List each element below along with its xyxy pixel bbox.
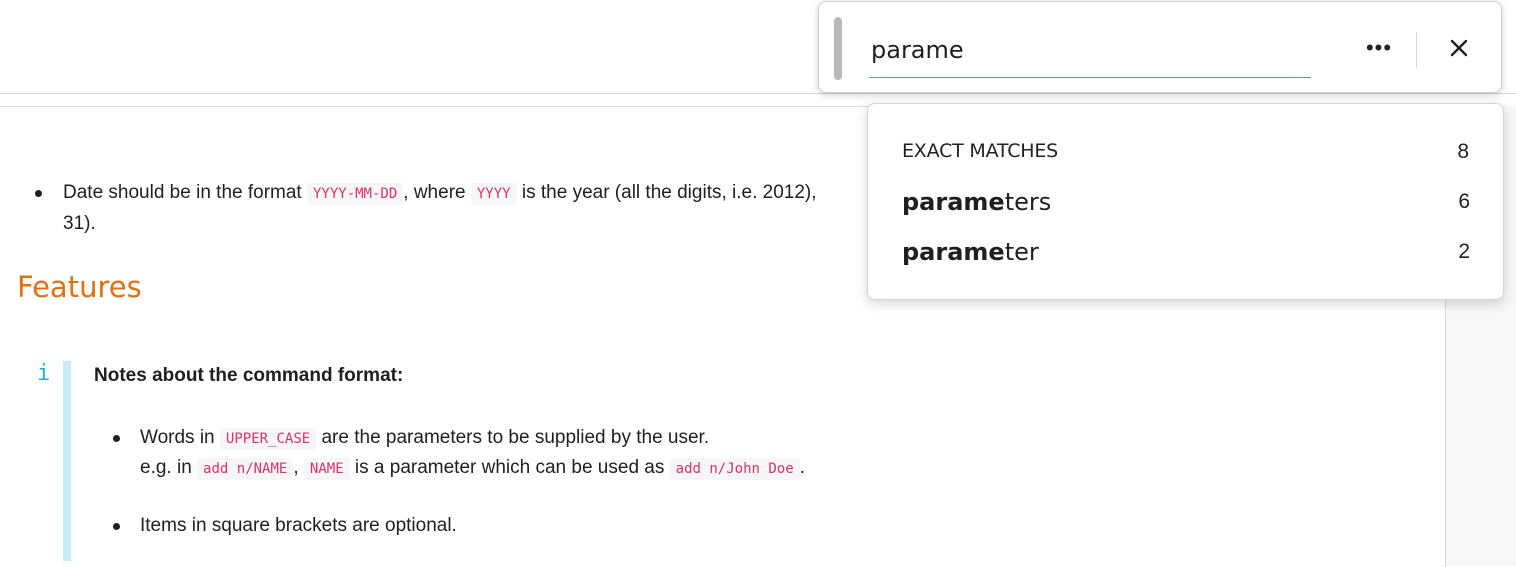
b1-text-5: is a parameter which can be used as <box>354 457 665 478</box>
example-line: e.g. in add n/NAME, NAME is a parameter … <box>140 453 805 484</box>
b1-text-4: , <box>293 457 299 478</box>
find-input[interactable] <box>869 22 1311 78</box>
code-add-john: add n/John Doe <box>669 458 800 480</box>
suggestion-term: parameters <box>902 188 1051 216</box>
match-suffix: ter <box>1004 238 1039 266</box>
close-button[interactable] <box>1439 28 1479 68</box>
bullet-dot <box>35 190 42 197</box>
suggestions-total-count: 8 <box>1457 140 1469 163</box>
code-upper-case: UPPER_CASE <box>219 428 317 450</box>
b1-text-6: . <box>799 457 805 478</box>
upper-case-line: Words in UPPER_CASE are the parameters t… <box>140 423 709 454</box>
code-name: NAME <box>303 458 350 480</box>
suggestion-term: parameter <box>902 238 1039 266</box>
date-text-2: , where <box>403 182 466 203</box>
divider <box>1416 32 1417 68</box>
suggestion-count: 6 <box>1458 190 1470 213</box>
close-icon <box>1450 39 1468 57</box>
suggestions-header: EXACT MATCHES <box>902 140 1059 162</box>
b1-text-3: e.g. in <box>140 457 192 478</box>
date-format-line-2: 31). <box>63 213 96 234</box>
date-format-line: Date should be in the format YYYY-MM-DD,… <box>63 178 817 209</box>
optional-line: Items in square brackets are optional. <box>140 515 457 536</box>
info-icon: i <box>37 361 51 386</box>
code-year: YYYY <box>470 183 517 205</box>
find-bar: ••• <box>818 1 1502 93</box>
date-text-3: is the year (all the digits, i.e. 2012), <box>521 182 817 203</box>
suggestion-item[interactable]: parameters 6 <box>902 180 1470 224</box>
suggestion-item[interactable]: parameter 2 <box>902 230 1470 274</box>
bullet-dot <box>113 435 120 442</box>
date-text-1: Date should be in the format <box>63 182 302 203</box>
suggestions-dropdown: EXACT MATCHES 8 parameters 6 parameter 2 <box>867 103 1504 300</box>
callout-bar <box>63 361 71 561</box>
suggestion-count: 2 <box>1458 240 1470 263</box>
drag-handle[interactable] <box>834 17 842 80</box>
b1-text-1: Words in <box>140 427 215 448</box>
callout-title: Notes about the command format: <box>94 365 404 386</box>
match-prefix: parame <box>902 238 1005 266</box>
match-prefix: parame <box>902 188 1005 216</box>
more-options-button[interactable]: ••• <box>1359 28 1399 68</box>
code-add-name: add n/NAME <box>197 458 294 480</box>
code-date-format: YYYY-MM-DD <box>306 183 404 205</box>
match-suffix: ters <box>1004 188 1052 216</box>
bullet-dot <box>113 523 120 530</box>
section-heading-features: Features <box>17 270 142 304</box>
b1-text-2: are the parameters to be supplied by the… <box>321 427 710 448</box>
